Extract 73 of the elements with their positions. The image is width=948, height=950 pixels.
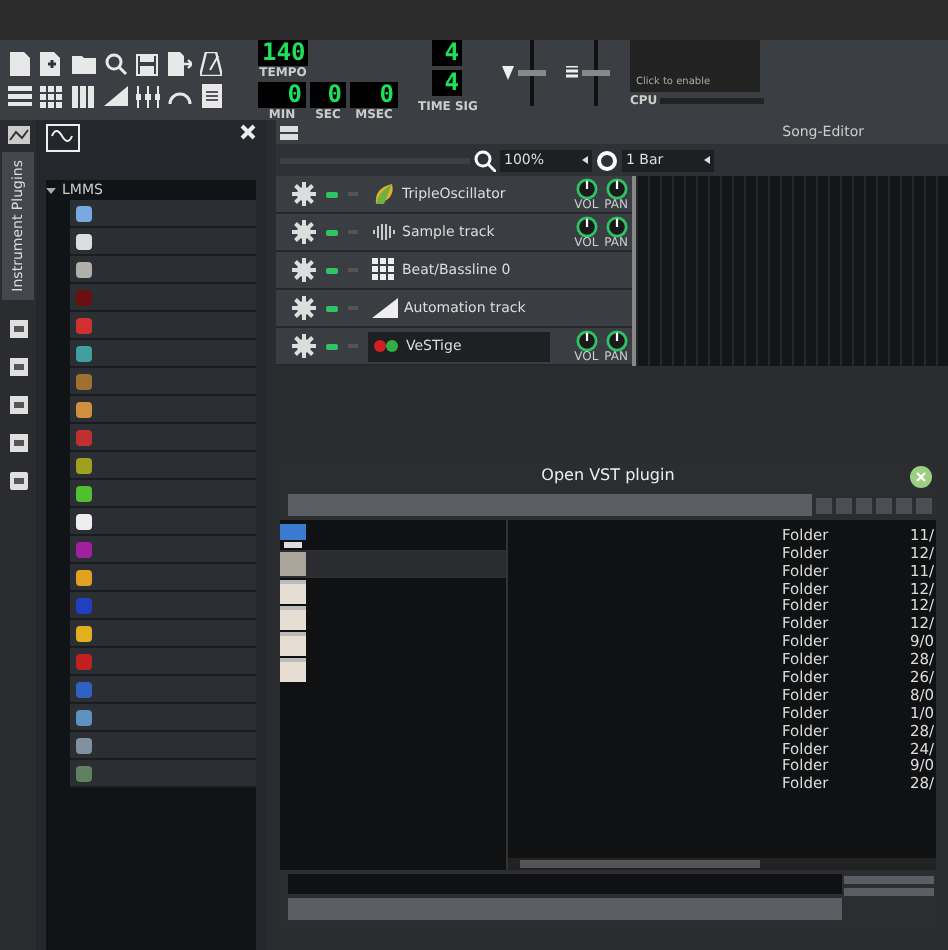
knob-icon[interactable]: [575, 215, 598, 237]
plugin-item[interactable]: [70, 620, 256, 648]
plugin-item[interactable]: [70, 564, 256, 592]
grid-icon[interactable]: [38, 83, 64, 109]
close-icon[interactable]: [240, 124, 256, 140]
time-sig-display: 4: [432, 69, 463, 95]
search-icon[interactable]: [102, 51, 128, 77]
folder-icon[interactable]: [280, 605, 306, 630]
plugin-item[interactable]: [70, 256, 256, 284]
folder-icon[interactable]: [280, 579, 306, 604]
volume-icon: [501, 65, 514, 79]
mixer-icon[interactable]: [134, 83, 160, 109]
mute-led[interactable]: [326, 229, 338, 235]
quantize-icon: [596, 149, 618, 171]
zoom-icon: [474, 149, 496, 171]
knob-icon[interactable]: [605, 329, 628, 351]
mute-led[interactable]: [326, 191, 338, 197]
ramp-icon: [372, 298, 398, 318]
plugin-item[interactable]: [70, 452, 256, 480]
song-editor-icon: [280, 125, 298, 139]
piano-icon[interactable]: [70, 83, 96, 109]
knob-icon[interactable]: [605, 215, 628, 237]
new-template-icon[interactable]: [38, 51, 64, 77]
mute-led[interactable]: [326, 305, 338, 311]
filename-field[interactable]: [288, 874, 842, 895]
save-icon[interactable]: [134, 51, 160, 77]
ramp-icon[interactable]: [102, 83, 128, 109]
new-file-icon[interactable]: [6, 51, 32, 77]
folder-icon[interactable]: [280, 657, 306, 682]
mute-led[interactable]: [326, 343, 338, 349]
caret-icon: [582, 156, 588, 164]
time-sig-display: 4: [432, 39, 463, 65]
tempo-display: 140: [258, 39, 308, 65]
chart-icon[interactable]: [7, 126, 29, 144]
pitch-icon: [565, 65, 578, 79]
gear-icon[interactable]: [292, 258, 316, 282]
waveform-icon: [46, 124, 80, 152]
waveform-icon: [372, 222, 396, 242]
gear-icon[interactable]: [292, 296, 316, 320]
plugin-item[interactable]: [70, 396, 256, 424]
folder-icon[interactable]: [280, 631, 306, 656]
plugin-item[interactable]: [70, 200, 256, 228]
plugin-item[interactable]: [70, 480, 256, 508]
gear-icon[interactable]: [292, 334, 316, 358]
time-display: 0: [350, 81, 398, 107]
folder-icon[interactable]: [280, 551, 306, 576]
leaf-icon: [372, 182, 396, 206]
gear-icon[interactable]: [292, 220, 316, 244]
metronome-icon[interactable]: [198, 51, 224, 77]
mute-led[interactable]: [326, 267, 338, 273]
knob-icon[interactable]: [605, 177, 628, 199]
knob-icon[interactable]: [575, 177, 598, 199]
caret-icon: [704, 156, 710, 164]
pitch-thumb[interactable]: [581, 69, 610, 75]
volume-slider[interactable]: [517, 39, 546, 105]
time-display: 0: [258, 81, 306, 107]
export-icon[interactable]: [166, 51, 192, 77]
song-editor-icon[interactable]: [6, 83, 32, 109]
folder-icon[interactable]: [70, 51, 96, 77]
close-icon[interactable]: [910, 465, 932, 488]
pitch-slider[interactable]: [581, 39, 610, 105]
gear-icon[interactable]: [292, 182, 316, 206]
plugin-item[interactable]: [70, 508, 256, 536]
scrollbar[interactable]: [508, 858, 936, 871]
dialog-title: Open VST plugin: [541, 464, 675, 489]
plugin-item[interactable]: [70, 228, 256, 256]
knob-icon[interactable]: [575, 329, 598, 351]
grid-icon: [372, 258, 396, 282]
time-display: 0: [310, 81, 346, 107]
expand-arrow-icon[interactable]: [46, 185, 56, 195]
plug-icon: [372, 338, 400, 354]
volume-thumb[interactable]: [517, 69, 546, 75]
notes-icon[interactable]: [198, 83, 224, 109]
